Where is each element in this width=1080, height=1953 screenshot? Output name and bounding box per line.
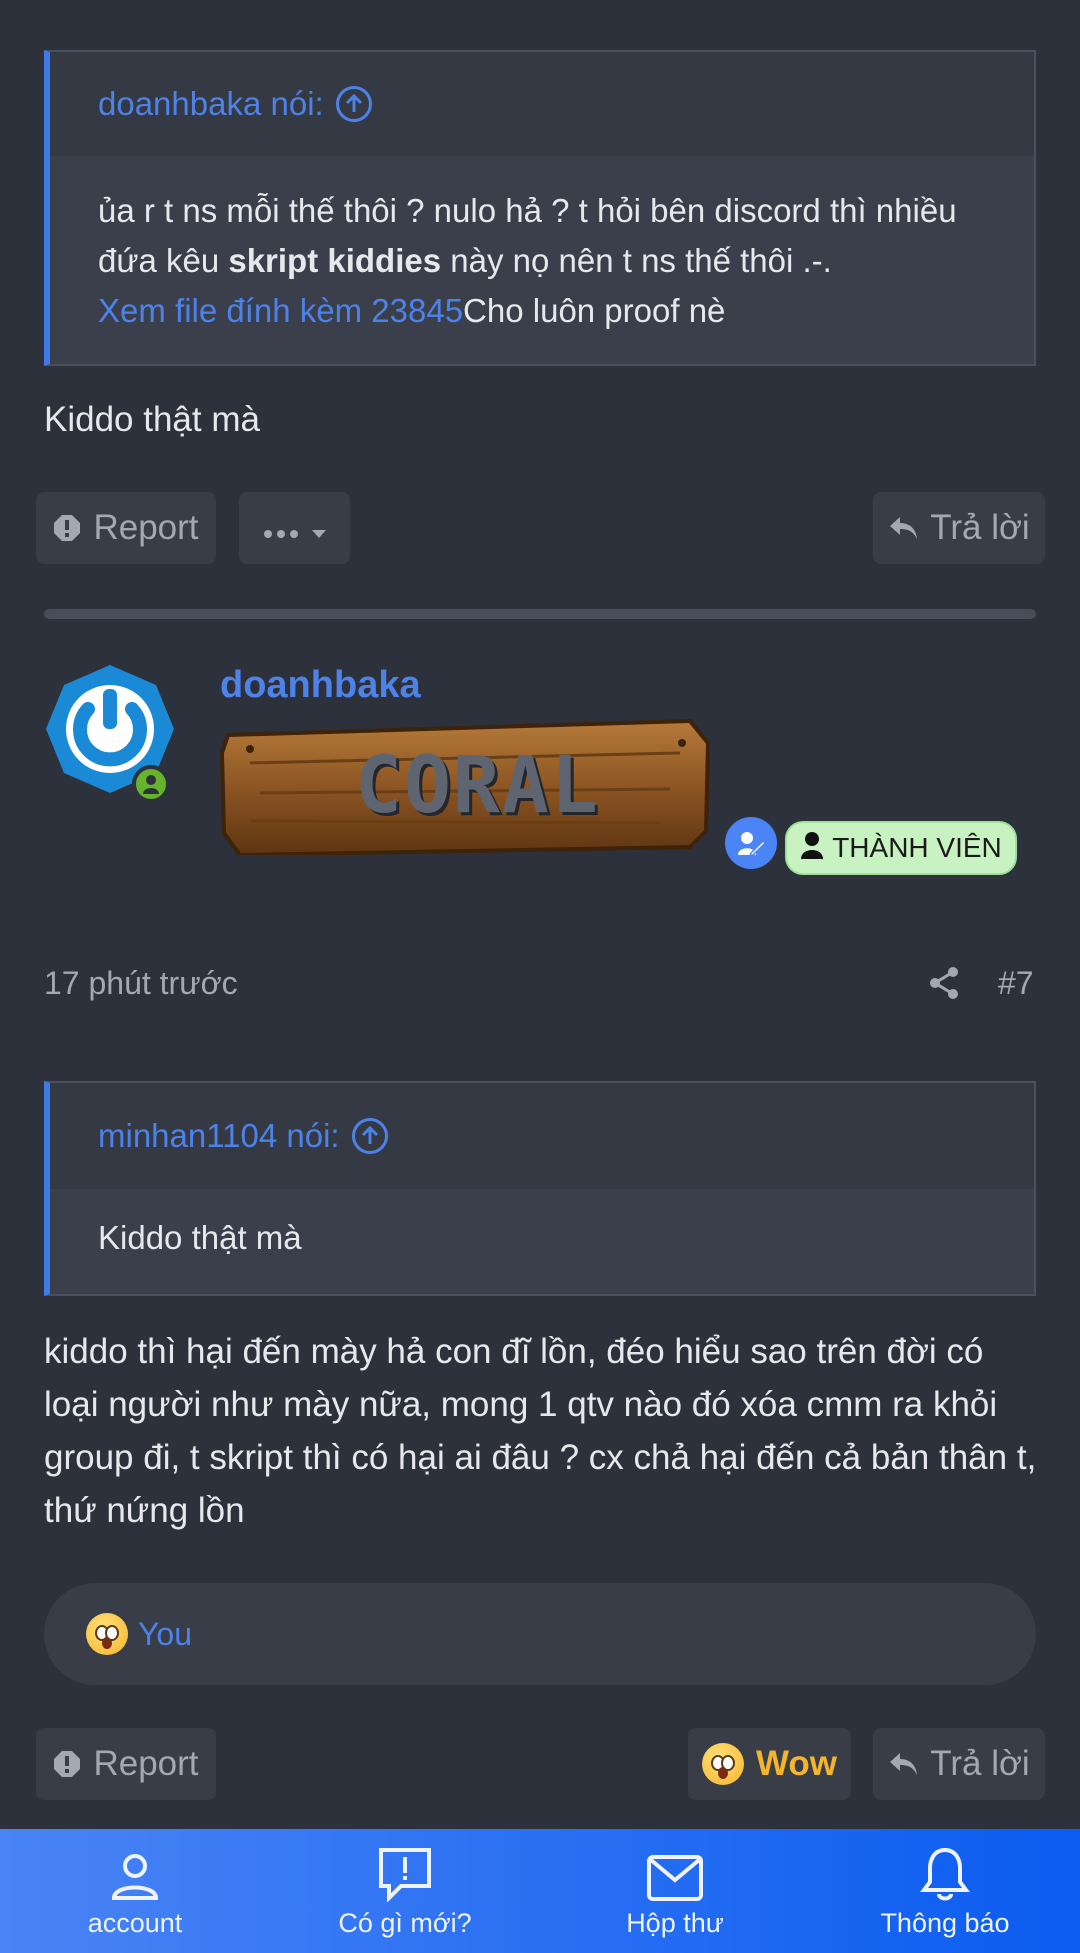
quote-block: minhan1104 nói: Kiddo thật mà (44, 1081, 1036, 1296)
report-label: Report (93, 1744, 199, 1783)
quote-block: doanhbaka nói: ủa r t ns mỗi thế thôi ? … (44, 50, 1036, 366)
avatar[interactable] (44, 663, 176, 803)
nav-label: Thông báo (880, 1908, 1010, 1938)
attachment-caption: Cho luôn proof nè (463, 292, 726, 329)
arrow-up-circle-icon[interactable] (351, 1118, 388, 1154)
thread-page: doanhbaka nói: ủa r t ns mỗi thế thôi ? … (0, 0, 1080, 1953)
online-status-icon (132, 765, 170, 803)
quote-header[interactable]: doanhbaka nói: (50, 52, 1034, 156)
quote-author[interactable]: minhan1104 nói: (98, 1117, 340, 1155)
reply-button[interactable]: Trả lời (873, 1728, 1045, 1800)
caret-down-icon (311, 508, 327, 548)
report-button[interactable]: Report (36, 492, 216, 564)
wow-reaction-button[interactable]: Wow (688, 1728, 851, 1800)
reactions-by[interactable]: You (138, 1616, 192, 1653)
nav-account[interactable]: account (0, 1829, 270, 1953)
wow-emoji-icon (86, 1613, 128, 1655)
attachment-link[interactable]: Xem file đính kèm 23845 (98, 292, 463, 329)
quote-text-end: này nọ nên t ns thế thôi .-. (441, 242, 832, 279)
nav-notifications[interactable]: Thông báo (810, 1829, 1080, 1953)
report-icon (53, 1750, 81, 1778)
whats-new-icon (377, 1846, 433, 1902)
banner-text: CORAL (355, 741, 600, 831)
more-options-button[interactable] (239, 492, 350, 564)
post-number[interactable]: #7 (998, 965, 1034, 1002)
nav-label: Có gì mới? (338, 1908, 472, 1938)
username[interactable]: doanhbaka (220, 664, 421, 707)
edit-profile-icon[interactable] (725, 817, 777, 869)
reply-label: Trả lời (930, 1744, 1030, 1783)
quote-author[interactable]: doanhbaka nói: (98, 85, 324, 123)
mail-icon (646, 1854, 704, 1902)
quote-bold-text: skript kiddies (228, 242, 442, 279)
report-icon (53, 514, 81, 542)
quote-body: Kiddo thật mà (98, 1219, 302, 1256)
wow-emoji-icon (701, 1743, 744, 1785)
reply-label: Trả lời (930, 508, 1030, 547)
reactions-bar[interactable]: You (44, 1583, 1036, 1685)
reaction-label: Wow (755, 1744, 837, 1783)
user-banner: CORAL (219, 713, 714, 858)
report-button[interactable]: Report (36, 1728, 216, 1800)
post-divider (44, 609, 1036, 619)
quote-body: ủa r t ns mỗi thế thôi ? nulo hả ? t hỏi… (50, 156, 1034, 336)
bell-icon (920, 1846, 970, 1902)
ellipsis-icon (263, 508, 299, 548)
reply-icon (888, 515, 918, 541)
report-label: Report (93, 508, 199, 547)
bottom-nav: account Có gì mới? Hộp thư Thông báo (0, 1829, 1080, 1953)
post-time[interactable]: 17 phút trước (44, 965, 238, 1002)
post-message: kiddo thì hại đến mày hả con đĩ lồn, đéo… (44, 1332, 1037, 1530)
nav-inbox[interactable]: Hộp thư (540, 1829, 810, 1953)
nav-label: Hộp thư (626, 1908, 724, 1938)
nav-whats-new[interactable]: Có gì mới? (270, 1829, 540, 1953)
quote-header[interactable]: minhan1104 nói: (50, 1083, 1034, 1189)
reply-button[interactable]: Trả lời (873, 492, 1045, 564)
role-badge-label: THÀNH VIÊN (832, 832, 1002, 863)
nav-label: account (87, 1908, 183, 1938)
post-message: Kiddo thật mà (44, 400, 260, 439)
role-badge: THÀNH VIÊN (785, 821, 1017, 875)
share-icon[interactable] (929, 966, 959, 1005)
reply-icon (888, 1751, 918, 1777)
user-icon (800, 831, 824, 866)
arrow-up-circle-icon[interactable] (335, 86, 372, 122)
account-icon (110, 1852, 160, 1902)
